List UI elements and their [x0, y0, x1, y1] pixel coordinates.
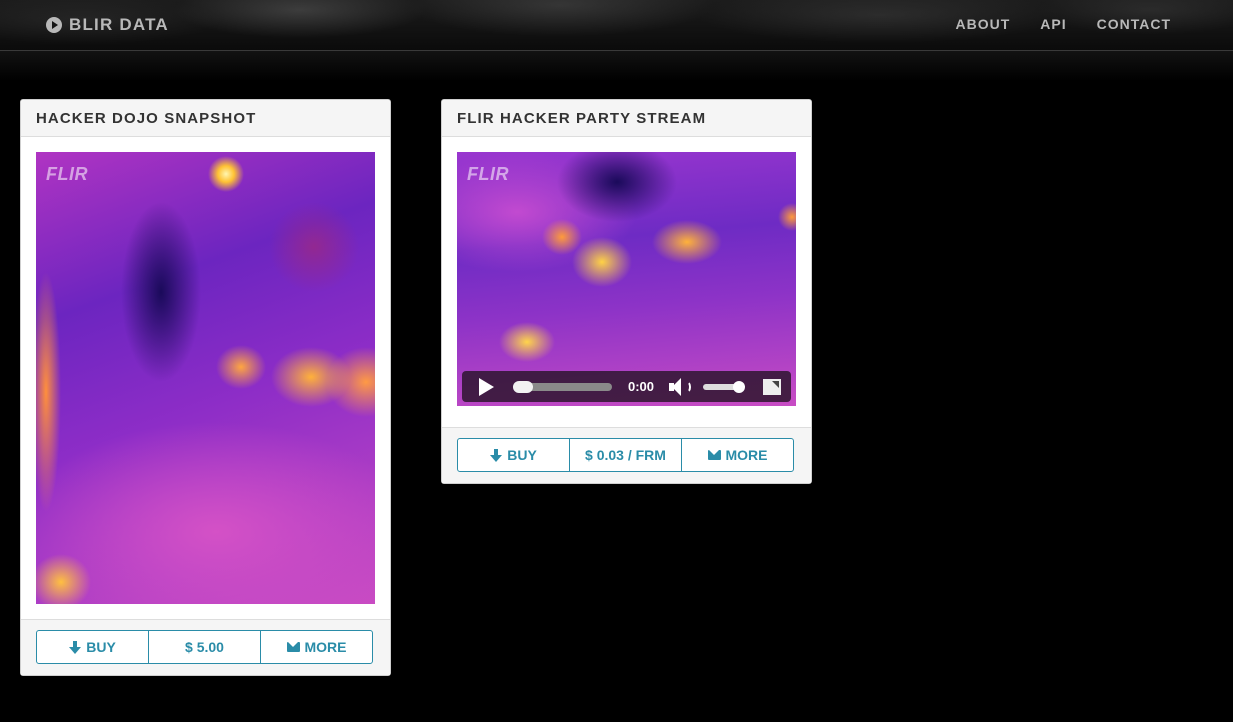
arrow-down-icon [490, 448, 503, 462]
play-circle-icon [46, 17, 62, 33]
button-group: BUY $ 5.00 MORE [36, 630, 373, 664]
card-footer: BUY $ 5.00 MORE [21, 619, 390, 675]
nav-contact[interactable]: CONTACT [1097, 16, 1171, 32]
header-shadow [0, 51, 1233, 81]
flir-logo: FLIR [46, 164, 88, 184]
thermal-snapshot-image: FLIR [36, 152, 375, 604]
snapshot-card: HACKER DOJO SNAPSHOT FLIR BUY $ 5.00 MOR… [20, 99, 391, 676]
volume-slider[interactable] [703, 380, 746, 393]
nav-about[interactable]: ABOUT [955, 16, 1010, 32]
volume-icon[interactable] [669, 377, 692, 396]
top-navbar: BLIR DATA ABOUT API CONTACT [0, 0, 1233, 51]
stream-card: FLIR HACKER PARTY STREAM FLIR 0:00 BUY $… [441, 99, 812, 484]
volume-thumb[interactable] [733, 380, 746, 393]
more-button[interactable]: MORE [260, 630, 373, 664]
thermal-video[interactable]: FLIR 0:00 [457, 152, 796, 406]
play-icon[interactable] [479, 377, 494, 396]
flir-logo: FLIR [467, 164, 509, 184]
video-controls: 0:00 [462, 371, 791, 402]
price-button[interactable]: $ 0.03 / FRM [569, 438, 682, 472]
nav-menu: ABOUT API CONTACT [955, 16, 1171, 32]
envelope-icon [707, 450, 721, 460]
buy-button[interactable]: BUY [36, 630, 149, 664]
progress-thumb[interactable] [513, 380, 533, 393]
envelope-icon [286, 642, 300, 652]
brand-link[interactable]: BLIR DATA [46, 14, 169, 36]
card-title: FLIR HACKER PARTY STREAM [442, 100, 811, 137]
card-title: HACKER DOJO SNAPSHOT [21, 100, 390, 137]
video-progress-slider[interactable] [513, 380, 612, 393]
arrow-down-icon [69, 640, 82, 654]
more-button[interactable]: MORE [681, 438, 794, 472]
card-footer: BUY $ 0.03 / FRM MORE [442, 427, 811, 483]
fullscreen-icon[interactable] [763, 378, 782, 395]
button-group: BUY $ 0.03 / FRM MORE [457, 438, 794, 472]
nav-api[interactable]: API [1040, 16, 1066, 32]
buy-button[interactable]: BUY [457, 438, 570, 472]
brand-name: BLIR DATA [69, 15, 169, 34]
video-time: 0:00 [628, 379, 655, 394]
price-button[interactable]: $ 5.00 [148, 630, 261, 664]
